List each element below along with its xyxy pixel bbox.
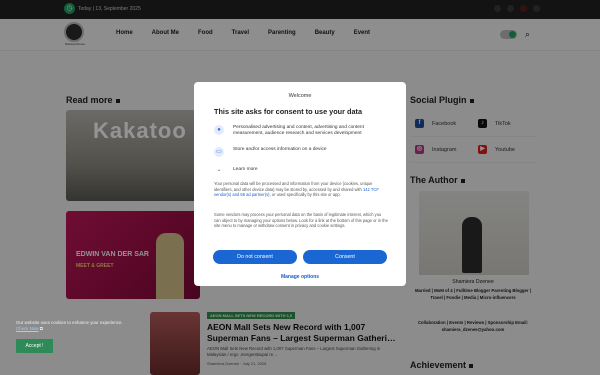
cookie-check-link[interactable]: Check Now [16,326,38,331]
manage-options-link[interactable]: Manage options [194,274,406,280]
cookie-notice: Our website uses cookies to enhance your… [16,320,136,353]
do-not-consent-button[interactable]: Do not consent [213,250,297,264]
cookie-accept-button[interactable]: Accept ! [16,339,53,353]
consent-body-1: Your personal data will be processed and… [214,181,379,198]
consent-dialog: Welcome This site asks for consent to us… [194,82,406,286]
external-link-icon: ⧉ [39,326,43,331]
consent-button[interactable]: Consent [303,250,387,264]
device-icon: ▭ [214,147,224,157]
learn-more-label: Learn more [233,167,258,172]
person-icon: ● [214,125,224,135]
chevron-down-icon: ⌄ [216,167,222,173]
consent-title: This site asks for consent to use your d… [214,107,363,116]
purpose-text: Store and/or access information on a dev… [233,147,327,152]
cookie-text: Our website uses cookies to enhance your… [16,320,123,331]
consent-body-2: Some vendors may process your personal d… [214,212,388,229]
consent-purpose: ▭ Store and/or access information on a d… [214,147,391,157]
consent-purpose: ● Personalised advertising and content, … [214,125,391,137]
consent-welcome: Welcome [288,93,312,99]
purpose-text: Personalised advertising and content, ad… [233,125,364,136]
learn-more-toggle[interactable]: ⌄ Learn more [214,166,258,173]
